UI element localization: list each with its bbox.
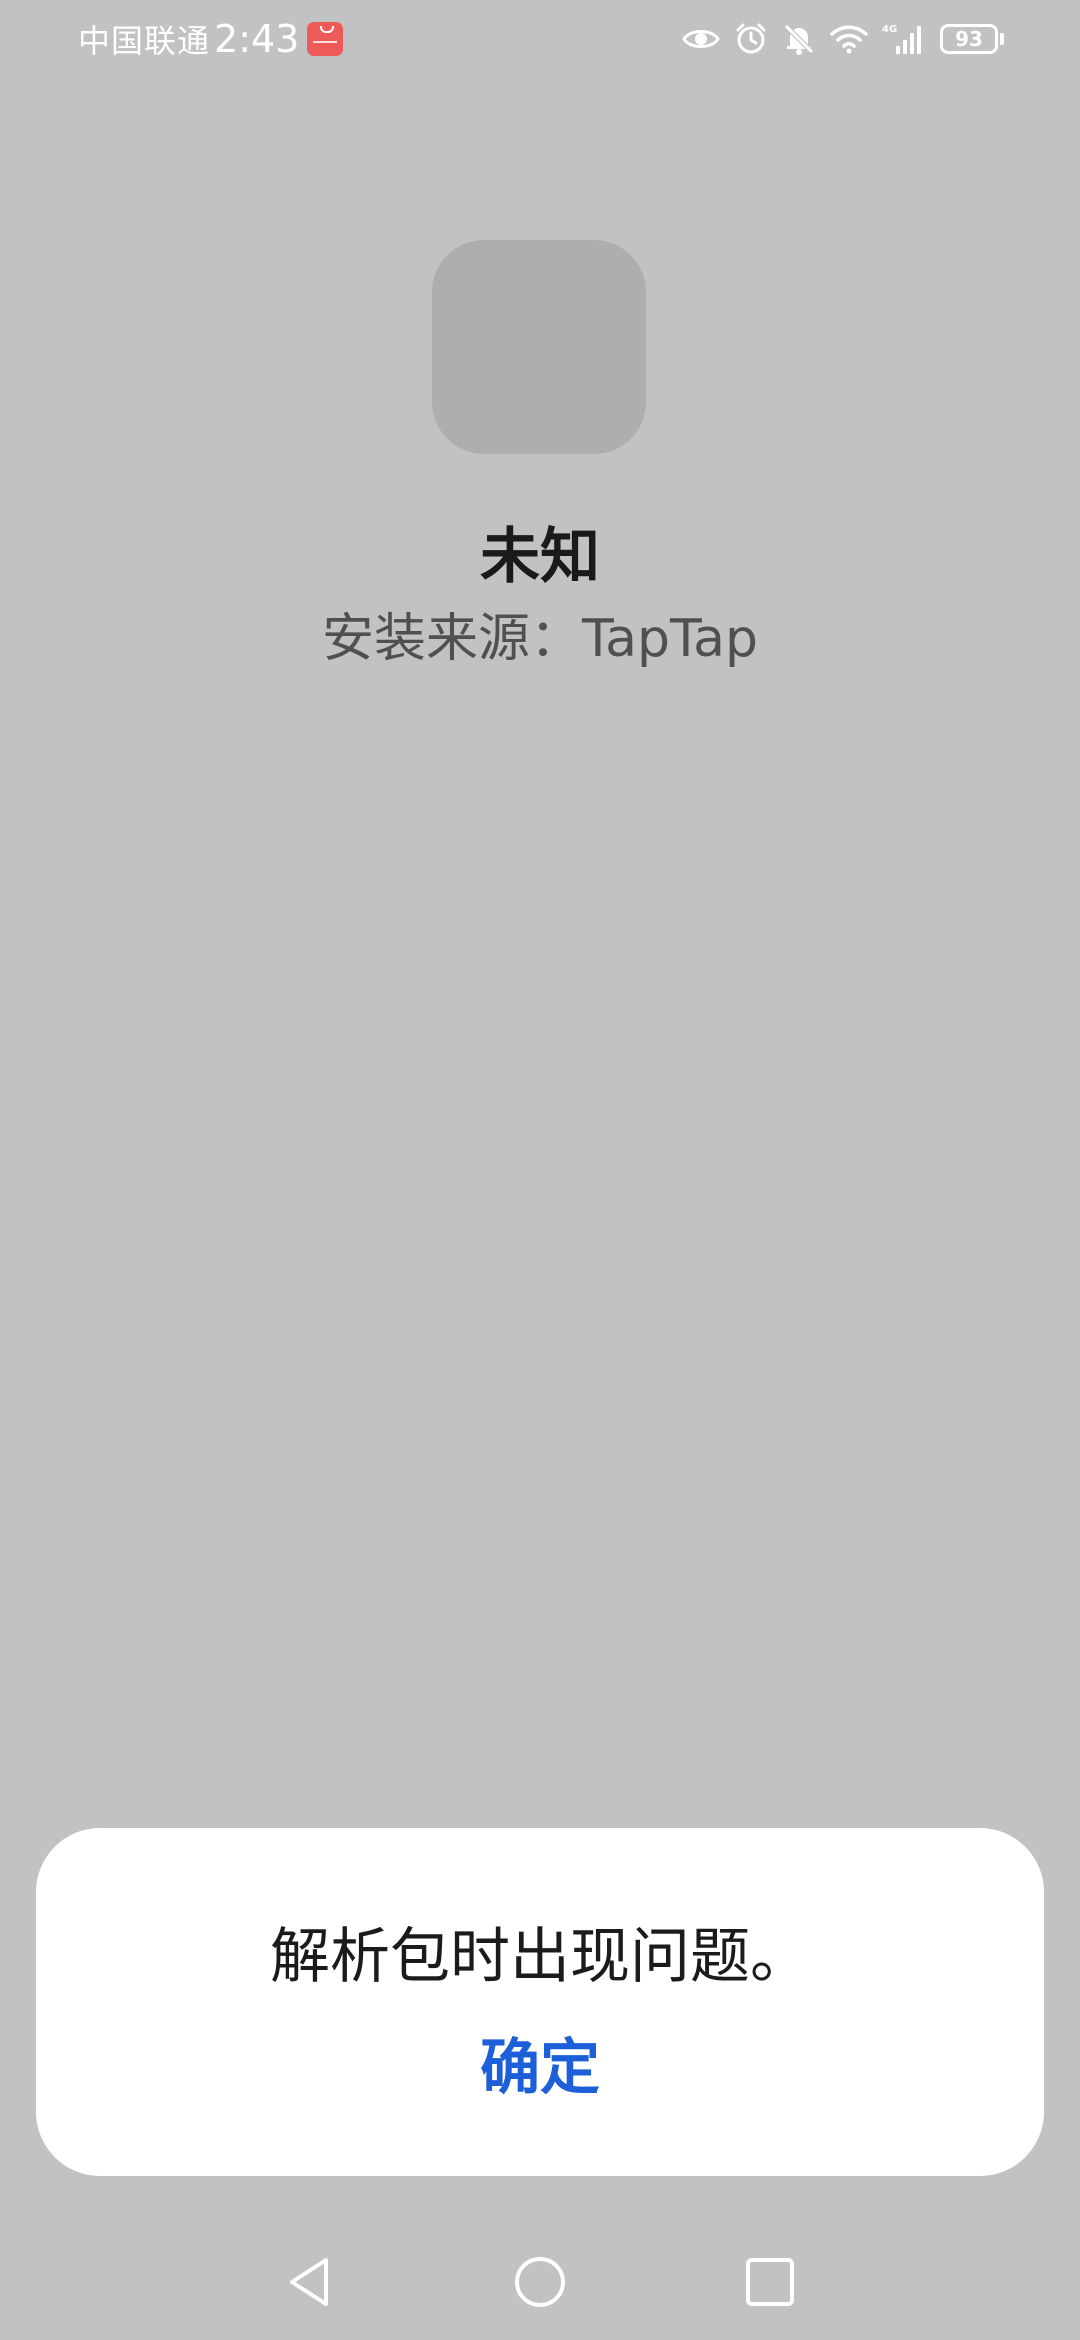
battery-level: 93 [955, 27, 983, 51]
status-bar: 中国联通 2:43 4G 93 [0, 0, 1080, 80]
app-name: 未知 [480, 522, 600, 592]
status-time: 2:43 [214, 17, 300, 61]
installer-screen: 中国联通 2:43 4G 93 未知 安装来源：TapTap 解析包时出现问题。… [0, 0, 1080, 2340]
wifi-icon [830, 23, 868, 55]
mute-icon [782, 22, 816, 56]
battery-indicator: 93 [940, 24, 1004, 54]
status-left: 中国联通 2:43 [78, 14, 344, 64]
back-icon[interactable] [282, 2254, 338, 2310]
battery-cap [1000, 33, 1004, 45]
error-dialog: 解析包时出现问题。 确定 [36, 1828, 1044, 2176]
eye-icon [682, 25, 720, 53]
huawei-appgallery-icon [307, 22, 344, 56]
recents-icon[interactable] [742, 2254, 798, 2310]
status-right: 4G 93 [668, 16, 1004, 62]
app-icon-placeholder [432, 240, 646, 454]
navigation-bar [0, 2240, 1080, 2320]
dialog-message: 解析包时出现问题。 [270, 1922, 810, 1992]
install-source: 安装来源：TapTap [321, 609, 759, 669]
battery-icon: 93 [940, 24, 998, 54]
home-icon[interactable] [512, 2254, 568, 2310]
signal-4g-icon: 4G [882, 22, 926, 56]
carrier-name: 中国联通 [78, 22, 211, 60]
network-type-label: 4G [882, 24, 897, 35]
confirm-button[interactable]: 确定 [440, 2028, 640, 2108]
alarm-icon [734, 22, 768, 56]
